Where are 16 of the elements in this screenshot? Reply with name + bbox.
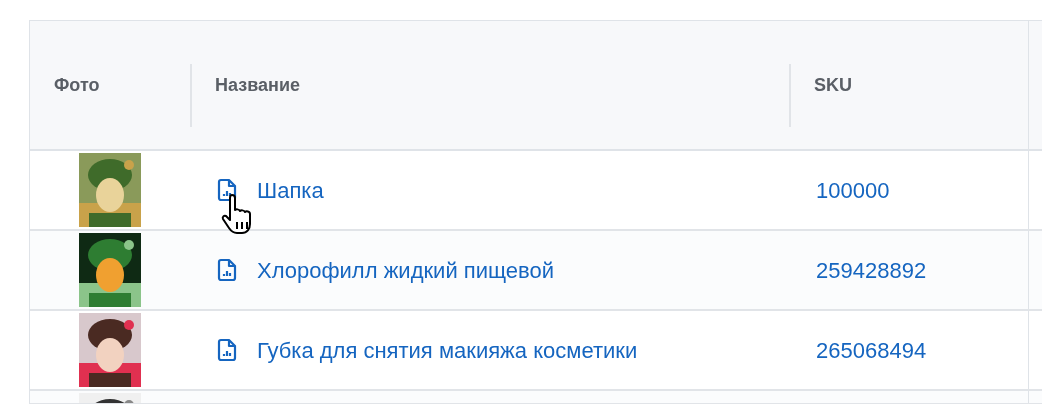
report-icon — [217, 338, 237, 362]
report-icon — [217, 258, 237, 282]
product-link[interactable]: Хлорофилл жидкий пищевой — [257, 253, 555, 287]
product-link[interactable]: Губка для снятия макияжа косметики — [257, 333, 638, 367]
product-link[interactable]: Шапка — [257, 173, 324, 207]
sku-link[interactable]: 265068494 — [816, 333, 927, 367]
sku-link[interactable]: 100000 — [816, 173, 890, 207]
table-row[interactable]: Шапка 100000 — [30, 151, 1042, 231]
report-icon — [217, 178, 237, 202]
column-header[interactable]: Фото — [54, 71, 100, 99]
table-row[interactable]: Хлорофилл жидкий пищевой 259428892 — [30, 231, 1042, 311]
table-row[interactable]: Губка для снятия макияжа косметики 265068494 — [30, 311, 1042, 391]
sku-link[interactable]: 259428892 — [816, 253, 927, 287]
column-header[interactable]: SKU — [814, 71, 852, 99]
column-header[interactable]: Название — [215, 71, 300, 99]
table-row[interactable] — [30, 391, 1042, 404]
